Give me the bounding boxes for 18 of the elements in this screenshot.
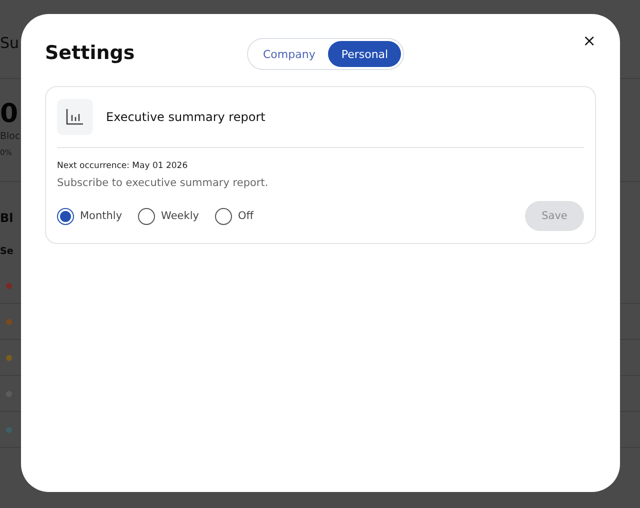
report-title: Executive summary report bbox=[106, 110, 266, 124]
next-occurrence: Next occurrence: May 01 2026 bbox=[57, 161, 189, 171]
frequency-option[interactable]: Weekly bbox=[138, 208, 199, 224]
radio-button[interactable] bbox=[138, 208, 156, 224]
stat-value: 0 bbox=[0, 99, 18, 129]
frequency-option[interactable]: Off bbox=[214, 208, 254, 224]
radio-button[interactable] bbox=[214, 208, 232, 224]
radio-button[interactable] bbox=[57, 208, 74, 224]
scope-tab[interactable]: Company bbox=[250, 41, 328, 67]
column-header: Se bbox=[0, 245, 14, 259]
section-title: Bl bbox=[0, 210, 14, 226]
dialog-title: Settings bbox=[45, 42, 135, 64]
close-button[interactable]: × bbox=[580, 32, 598, 50]
frequency-option[interactable]: Monthly bbox=[57, 208, 122, 224]
scope-tab[interactable]: Personal bbox=[328, 41, 402, 67]
report-description: Subscribe to executive summary report. bbox=[57, 177, 270, 189]
page-heading: Su bbox=[0, 33, 20, 54]
bar-chart-icon bbox=[57, 99, 93, 135]
